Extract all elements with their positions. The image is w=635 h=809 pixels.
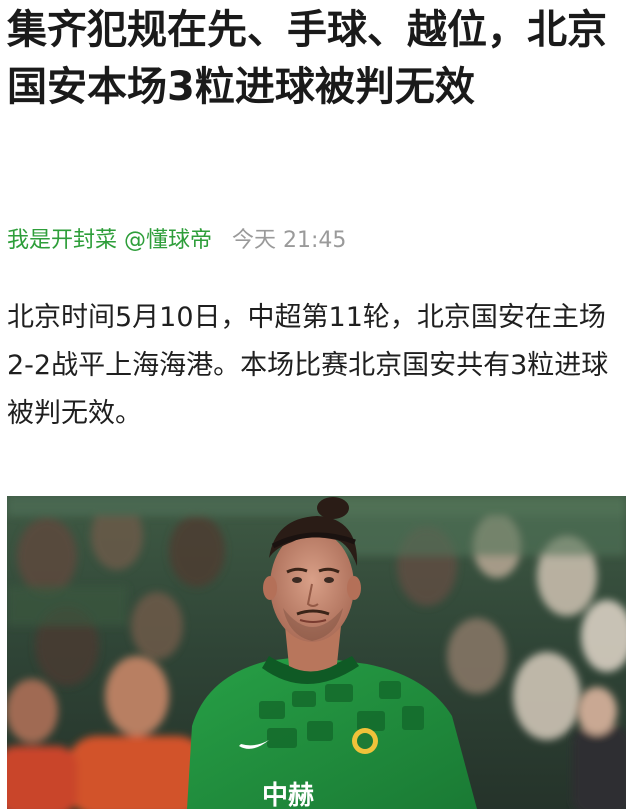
article-photo[interactable]: 中赫	[7, 496, 626, 809]
article-body: 北京时间5月10日，中超第11轮，北京国安在主场2-2战平上海海港。本场比赛北京…	[7, 302, 609, 429]
player-photo-illustration: 中赫	[7, 496, 626, 809]
shirt-sponsor: 中赫	[262, 781, 314, 809]
article: 集齐犯规在先、手球、越位，北京国安本场3粒进球被判无效 我是开封菜 @懂球帝 今…	[0, 0, 635, 809]
article-title: 集齐犯规在先、手球、越位，北京国安本场3粒进球被判无效	[7, 7, 607, 110]
author-link[interactable]: 我是开封菜 @懂球帝	[7, 222, 212, 254]
article-meta: 我是开封菜 @懂球帝 今天 21:45	[7, 221, 346, 255]
publish-time: 今天 21:45	[232, 228, 347, 253]
